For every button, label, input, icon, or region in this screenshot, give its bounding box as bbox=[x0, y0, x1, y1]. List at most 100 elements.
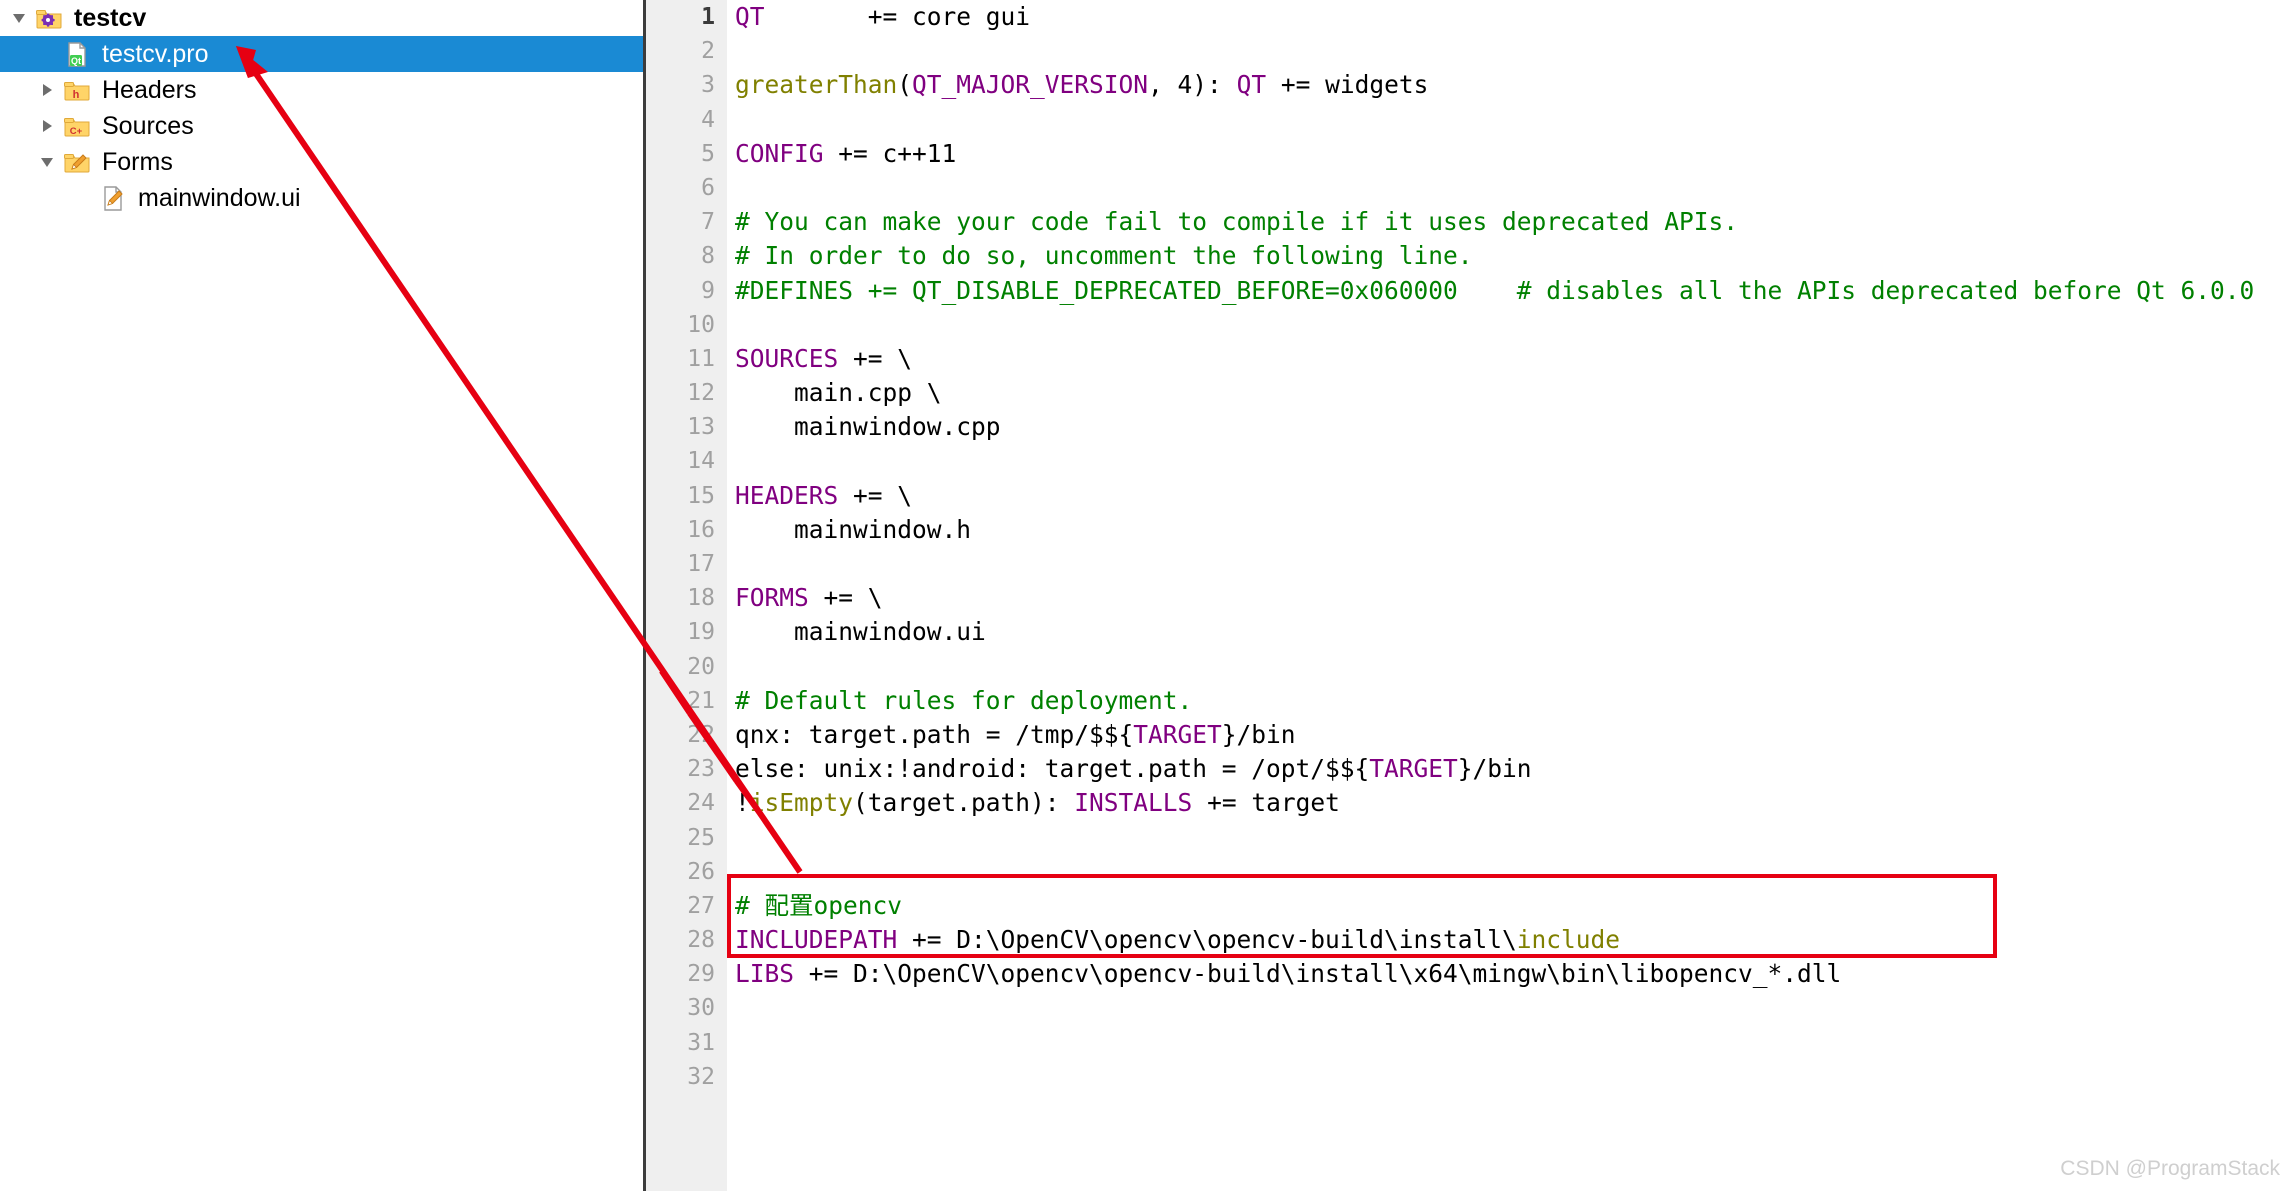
code-line[interactable]: INCLUDEPATH += D:\OpenCV\opencv\opencv-b… bbox=[727, 923, 2294, 957]
code-line[interactable]: #DEFINES += QT_DISABLE_DEPRECATED_BEFORE… bbox=[727, 274, 2294, 308]
line-number: 4 bbox=[701, 106, 715, 133]
code-line[interactable]: # Default rules for deployment. bbox=[727, 684, 2294, 718]
code-line[interactable] bbox=[727, 1026, 2294, 1060]
code-text-area[interactable]: QT += core gui greaterThan(QT_MAJOR_VERS… bbox=[727, 0, 2294, 1191]
code-line[interactable]: SOURCES += \ bbox=[727, 342, 2294, 376]
code-line[interactable] bbox=[727, 991, 2294, 1025]
code-line[interactable] bbox=[727, 171, 2294, 205]
line-number: 32 bbox=[687, 1063, 715, 1090]
code-line[interactable]: !isEmpty(target.path): INSTALLS += targe… bbox=[727, 786, 2294, 820]
code-token: += \ bbox=[838, 343, 913, 373]
tree-item-label: testcv bbox=[74, 3, 147, 32]
line-number: 26 bbox=[687, 858, 715, 885]
code-line[interactable]: QT += core gui bbox=[727, 0, 2294, 34]
project-tree-panel[interactable]: testcv Qt testcv.pro h Headers C+ Sources Forms… bbox=[0, 0, 646, 1191]
line-number: 14 bbox=[687, 448, 715, 475]
code-token: += widgets bbox=[1266, 70, 1429, 100]
qt-creator-window: testcv Qt testcv.pro h Headers C+ Sources Forms… bbox=[0, 0, 2294, 1191]
code-line[interactable] bbox=[727, 650, 2294, 684]
code-line[interactable]: # In order to do so, uncomment the follo… bbox=[727, 239, 2294, 273]
ui-file-icon bbox=[104, 186, 123, 211]
code-line[interactable] bbox=[727, 855, 2294, 889]
chevron-down-icon[interactable] bbox=[34, 157, 60, 167]
line-number: 16 bbox=[687, 516, 715, 543]
chevron-right-glyph bbox=[42, 84, 52, 96]
code-line[interactable] bbox=[727, 821, 2294, 855]
code-line[interactable]: LIBS += D:\OpenCV\opencv\opencv-build\in… bbox=[727, 957, 2294, 991]
qt-project-icon-wrap bbox=[32, 4, 66, 32]
code-line[interactable]: greaterThan(QT_MAJOR_VERSION, 4): QT += … bbox=[727, 68, 2294, 102]
code-token: QT bbox=[1236, 70, 1267, 100]
line-number: 31 bbox=[687, 1029, 715, 1056]
line-number: 13 bbox=[687, 414, 715, 441]
tree-item-testcv-pro[interactable]: Qt testcv.pro bbox=[0, 36, 643, 72]
code-token: }/bin bbox=[1457, 754, 1532, 784]
code-line[interactable]: # 配置opencv bbox=[727, 889, 2294, 923]
chevron-down-glyph bbox=[41, 157, 53, 167]
qt-pro-file-icon-wrap: Qt bbox=[60, 40, 94, 68]
code-line[interactable]: mainwindow.ui bbox=[727, 615, 2294, 649]
code-line[interactable] bbox=[727, 547, 2294, 581]
folder-cpp-icon: C+ bbox=[64, 118, 90, 137]
code-line[interactable]: else: unix:!android: target.path = /opt/… bbox=[727, 752, 2294, 786]
code-token: += D:\OpenCV\opencv\opencv-build\install… bbox=[897, 925, 1517, 955]
code-token: include bbox=[1516, 925, 1621, 955]
line-number: 18 bbox=[687, 585, 715, 612]
tree-item-mainwindow-ui[interactable]: mainwindow.ui bbox=[0, 180, 643, 216]
tree-item-label: Forms bbox=[102, 147, 173, 176]
code-token: TARGET bbox=[1369, 754, 1458, 784]
chevron-right-icon[interactable] bbox=[34, 84, 60, 96]
code-line[interactable] bbox=[727, 34, 2294, 68]
code-token: ( bbox=[897, 70, 913, 100]
chevron-down-glyph bbox=[13, 13, 25, 23]
tree-item-label: testcv.pro bbox=[102, 39, 209, 68]
tree-item-headers[interactable]: h Headers bbox=[0, 72, 643, 108]
code-token: INSTALLS bbox=[1074, 788, 1193, 818]
qt-project-icon bbox=[36, 10, 62, 29]
csdn-watermark: CSDN @ProgramStack bbox=[2060, 1157, 2280, 1180]
line-number: 3 bbox=[701, 72, 715, 99]
code-line[interactable]: HEADERS += \ bbox=[727, 479, 2294, 513]
ui-file-icon-wrap bbox=[96, 184, 130, 212]
tree-item-forms[interactable]: Forms bbox=[0, 144, 643, 180]
code-token: SOURCES bbox=[735, 343, 839, 373]
line-number: 8 bbox=[701, 243, 715, 270]
code-editor[interactable]: 1 2 3 4 5 6 7 8 9 10 11 12 13 14 15 16 17 18 19 20 21 22 23 24 2… bbox=[646, 0, 2294, 1191]
code-token: ! bbox=[735, 788, 750, 818]
line-number: 28 bbox=[687, 927, 715, 954]
folder-ui-icon bbox=[64, 154, 90, 173]
tree-item-sources[interactable]: C+ Sources bbox=[0, 108, 643, 144]
code-line[interactable]: CONFIG += c++11 bbox=[727, 137, 2294, 171]
code-line[interactable]: main.cpp \ bbox=[727, 376, 2294, 410]
code-line[interactable]: mainwindow.cpp bbox=[727, 410, 2294, 444]
folder-h-icon-wrap: h bbox=[60, 76, 94, 104]
code-token: qnx: target.path = /tmp/$${ bbox=[735, 719, 1134, 749]
code-line[interactable] bbox=[727, 1060, 2294, 1094]
code-line[interactable]: mainwindow.h bbox=[727, 513, 2294, 547]
code-line[interactable]: qnx: target.path = /tmp/$${TARGET}/bin bbox=[727, 718, 2294, 752]
code-token: mainwindow.ui bbox=[735, 617, 986, 647]
tree-item-testcv[interactable]: testcv bbox=[0, 0, 643, 36]
code-line[interactable]: FORMS += \ bbox=[727, 581, 2294, 615]
code-token: FORMS bbox=[735, 583, 809, 613]
code-line[interactable] bbox=[727, 444, 2294, 478]
svg-text:h: h bbox=[73, 89, 80, 101]
code-token: INCLUDEPATH bbox=[735, 925, 898, 955]
code-token: mainwindow.cpp bbox=[735, 412, 1001, 442]
code-token: }/bin bbox=[1221, 719, 1296, 749]
code-token: += target bbox=[1192, 788, 1340, 818]
chevron-right-icon[interactable] bbox=[34, 120, 60, 132]
code-token: else: unix:!android: target.path = /opt/… bbox=[735, 754, 1370, 784]
svg-text:Qt: Qt bbox=[71, 56, 81, 66]
code-line[interactable] bbox=[727, 308, 2294, 342]
code-token: QT_MAJOR_VERSION bbox=[912, 70, 1149, 100]
chevron-down-icon[interactable] bbox=[6, 13, 32, 23]
code-token: += core gui bbox=[764, 2, 1031, 31]
code-line[interactable] bbox=[727, 103, 2294, 137]
tree-item-label: Headers bbox=[102, 75, 197, 104]
code-token: CONFIG bbox=[735, 138, 824, 168]
code-line[interactable]: # You can make your code fail to compile… bbox=[727, 205, 2294, 239]
code-token: += c++11 bbox=[823, 138, 957, 168]
line-number: 27 bbox=[687, 892, 715, 919]
line-number: 9 bbox=[701, 277, 715, 304]
